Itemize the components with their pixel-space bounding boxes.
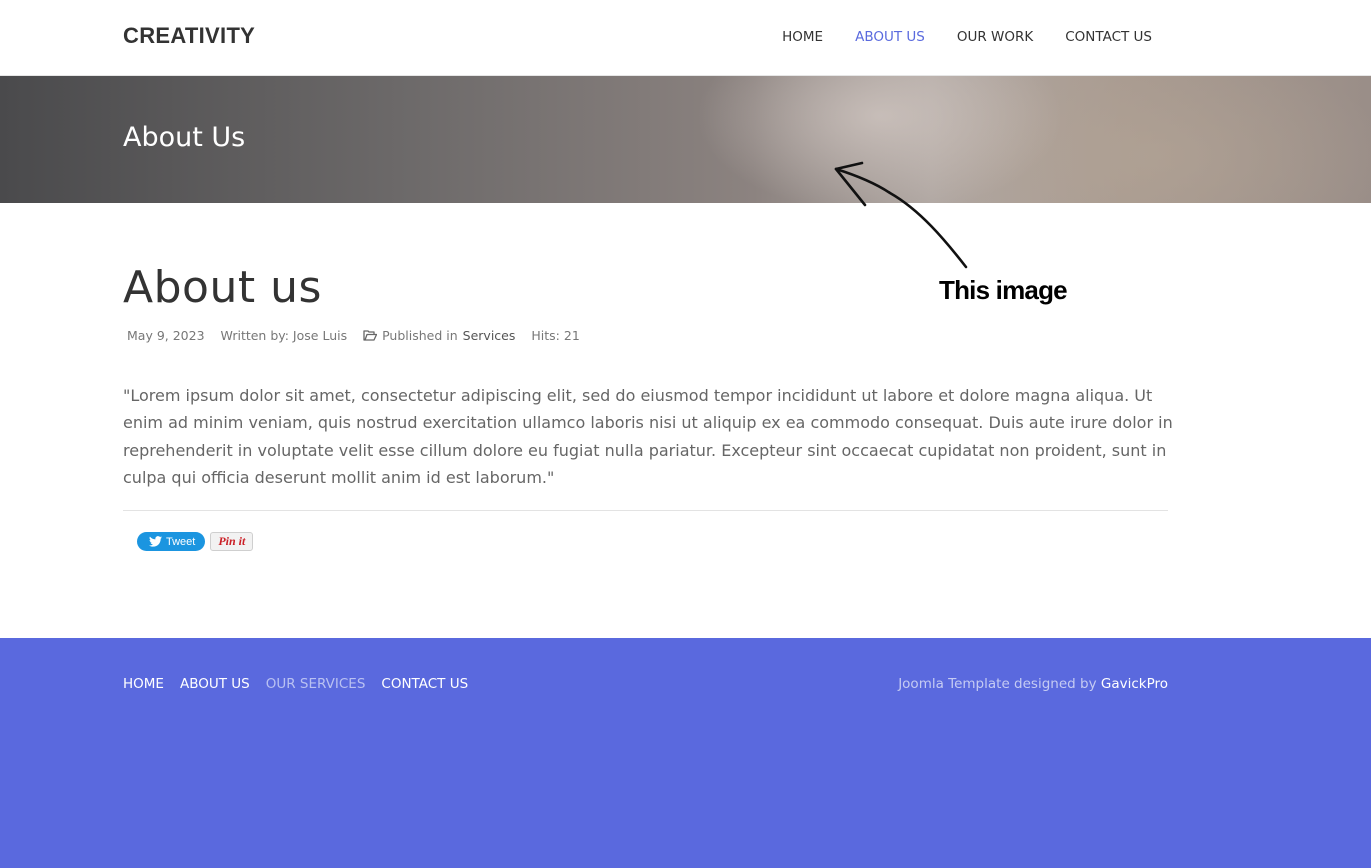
article-author: Written by: Jose Luis bbox=[220, 328, 348, 343]
category-link[interactable]: Services bbox=[463, 328, 516, 343]
article-meta: May 9, 2023 Written by: Jose Luis Publis… bbox=[127, 328, 580, 343]
nav-home[interactable]: HOME bbox=[782, 29, 823, 45]
published-prefix: Published in bbox=[382, 328, 458, 343]
footer-nav: HOME ABOUT US OUR SERVICES CONTACT US bbox=[123, 676, 468, 692]
nav-about-us[interactable]: ABOUT US bbox=[855, 29, 925, 45]
footer-nav-our-services[interactable]: OUR SERVICES bbox=[266, 676, 366, 692]
credit-prefix: Joomla Template designed by bbox=[898, 676, 1097, 692]
article-date: May 9, 2023 bbox=[127, 328, 205, 343]
article-hits: Hits: 21 bbox=[531, 328, 580, 343]
gavickpro-link[interactable]: GavickPro bbox=[1101, 676, 1168, 692]
tweet-button[interactable]: Tweet bbox=[137, 532, 206, 551]
folder-open-icon bbox=[363, 330, 378, 341]
footer-nav-contact-us[interactable]: CONTACT US bbox=[381, 676, 468, 692]
annotation-text: This image bbox=[939, 275, 1068, 305]
banner-title: About Us bbox=[123, 122, 246, 153]
footer-credit: Joomla Template designed by GavickPro bbox=[898, 676, 1168, 692]
article-title: About us bbox=[123, 262, 322, 313]
footer-nav-home[interactable]: HOME bbox=[123, 676, 164, 692]
article-category: Published in Services bbox=[363, 328, 515, 343]
site-footer: HOME ABOUT US OUR SERVICES CONTACT US Jo… bbox=[0, 638, 1371, 868]
share-buttons: Tweet Pin it bbox=[137, 532, 254, 551]
pin-it-button[interactable]: Pin it bbox=[210, 532, 254, 551]
nav-our-work[interactable]: OUR WORK bbox=[957, 29, 1033, 45]
page-banner: About Us bbox=[0, 76, 1371, 203]
content-divider bbox=[123, 510, 1168, 511]
footer-nav-about-us[interactable]: ABOUT US bbox=[180, 676, 250, 692]
twitter-bird-icon bbox=[149, 536, 162, 547]
site-header: CREATIVITY HOME ABOUT US OUR WORK CONTAC… bbox=[0, 0, 1371, 76]
main-nav: HOME ABOUT US OUR WORK CONTACT US bbox=[782, 29, 1152, 45]
nav-contact-us[interactable]: CONTACT US bbox=[1065, 29, 1152, 45]
annotation-arrow-icon bbox=[834, 161, 968, 269]
tweet-label: Tweet bbox=[166, 535, 196, 548]
article-body: "Lorem ipsum dolor sit amet, consectetur… bbox=[123, 386, 1173, 487]
site-logo[interactable]: CREATIVITY bbox=[123, 23, 255, 49]
